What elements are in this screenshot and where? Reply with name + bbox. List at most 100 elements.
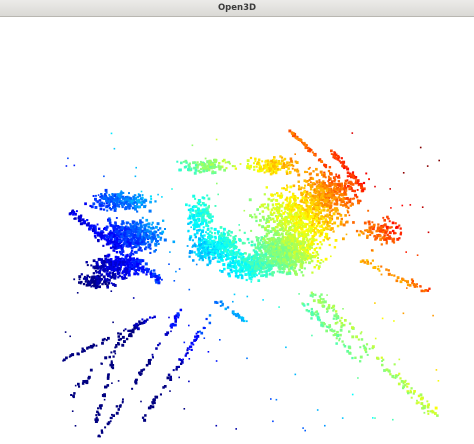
point	[226, 252, 229, 255]
point	[139, 263, 142, 266]
point	[150, 275, 153, 279]
point	[319, 211, 322, 215]
point	[296, 197, 299, 200]
point	[249, 166, 252, 169]
point	[387, 269, 390, 272]
point	[383, 369, 386, 372]
point	[355, 178, 357, 180]
point	[309, 294, 312, 297]
point	[255, 219, 258, 223]
point	[196, 161, 199, 164]
point	[274, 233, 278, 236]
point	[339, 222, 343, 226]
point	[136, 210, 139, 213]
point	[283, 267, 286, 270]
point	[276, 218, 279, 221]
point	[213, 239, 216, 242]
point	[348, 322, 352, 325]
point	[251, 240, 254, 243]
point	[80, 280, 83, 284]
point	[324, 232, 327, 235]
point	[210, 219, 214, 222]
point	[254, 215, 258, 219]
point	[110, 236, 113, 239]
point	[120, 235, 124, 238]
point	[197, 229, 201, 232]
point	[317, 206, 321, 209]
point	[149, 195, 152, 198]
point	[340, 316, 343, 319]
point	[267, 232, 270, 235]
point	[218, 239, 221, 241]
point	[203, 203, 206, 207]
point	[345, 220, 349, 224]
point	[286, 265, 289, 268]
point	[275, 203, 278, 206]
point	[410, 396, 413, 399]
point	[309, 257, 312, 260]
point	[202, 196, 206, 200]
point	[388, 231, 392, 235]
point	[419, 285, 422, 288]
point	[216, 260, 220, 263]
point	[277, 240, 281, 243]
point	[291, 195, 294, 199]
point	[162, 219, 165, 222]
point	[336, 224, 340, 228]
point	[301, 216, 305, 220]
point	[200, 168, 202, 171]
point	[151, 223, 153, 226]
point	[348, 187, 351, 190]
point	[155, 225, 158, 229]
point	[278, 168, 282, 171]
point	[128, 199, 131, 203]
point	[103, 208, 106, 211]
point	[312, 216, 315, 218]
point	[352, 221, 355, 224]
point	[313, 248, 317, 252]
point	[220, 270, 224, 273]
point	[223, 241, 226, 245]
point	[290, 242, 293, 245]
point	[321, 215, 324, 218]
point	[124, 269, 128, 273]
point	[309, 148, 312, 151]
point	[210, 227, 213, 230]
point	[143, 224, 147, 228]
point	[316, 243, 319, 246]
render-viewport[interactable]	[0, 17, 474, 444]
point	[259, 239, 262, 242]
point	[315, 217, 318, 220]
point	[351, 174, 354, 177]
point	[264, 163, 267, 166]
point	[385, 225, 388, 228]
point	[238, 269, 241, 272]
point	[158, 274, 161, 276]
point	[198, 243, 201, 247]
point	[399, 227, 402, 230]
point	[260, 236, 263, 239]
point	[267, 246, 270, 249]
window-titlebar[interactable]: Open3D	[0, 0, 474, 17]
point	[115, 201, 119, 205]
point	[320, 209, 323, 212]
point	[334, 239, 338, 242]
point	[270, 199, 273, 202]
point	[282, 212, 286, 215]
point	[120, 227, 123, 230]
point	[324, 218, 327, 221]
point	[277, 262, 280, 265]
point	[188, 204, 191, 207]
point	[108, 193, 111, 196]
point	[131, 267, 134, 270]
point	[326, 310, 329, 313]
point	[105, 199, 108, 203]
point	[124, 276, 126, 279]
point	[315, 180, 319, 183]
point	[246, 159, 250, 163]
point	[351, 189, 354, 192]
point	[280, 232, 284, 236]
point	[340, 193, 344, 197]
point	[334, 184, 337, 188]
point	[269, 254, 272, 257]
